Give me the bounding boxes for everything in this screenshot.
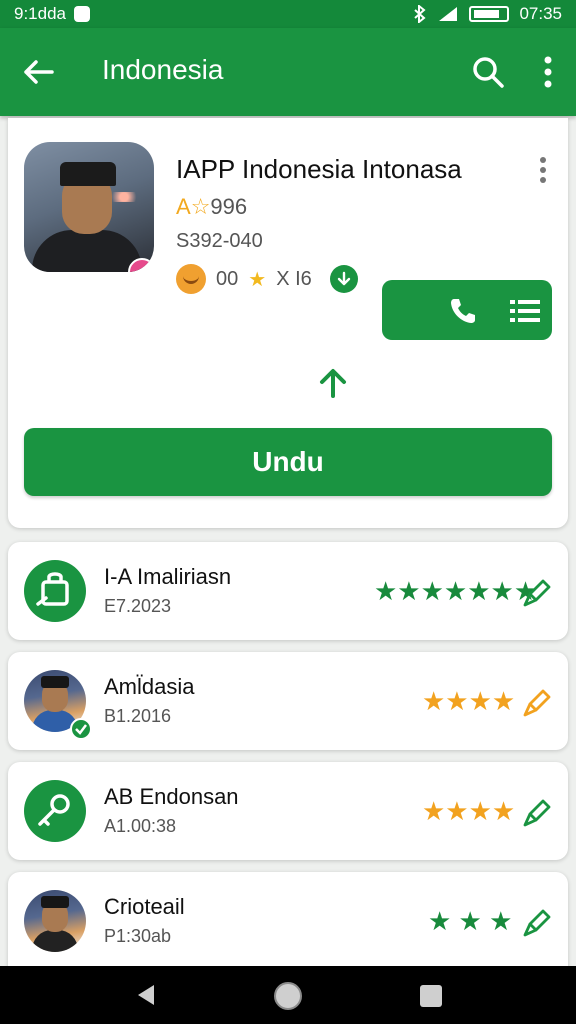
- bluetooth-icon: [414, 5, 427, 23]
- mic-icon[interactable]: [522, 908, 552, 938]
- list-item[interactable]: I-A Imaliriasn E7.2023 ★★★★★★★: [8, 542, 568, 640]
- meta-text: 00: [216, 267, 239, 290]
- nav-back-icon[interactable]: [134, 983, 158, 1007]
- list-item-name: Aml̈dasia: [104, 674, 195, 699]
- shopping-bag-icon: [24, 560, 86, 622]
- list-item[interactable]: Aml̈dasia B1.2016 ★★★★: [8, 652, 568, 750]
- search-icon[interactable]: [470, 54, 506, 90]
- list-item-sub: A1.00:38: [104, 816, 177, 836]
- rating-text: 996: [210, 194, 248, 219]
- meta-row: 00 ★ X I6: [176, 264, 358, 294]
- status-left-text: 9:1dda: [14, 4, 66, 23]
- app-bar: Indonesia: [0, 28, 576, 116]
- signal-icon: [439, 7, 458, 21]
- list-icon[interactable]: [510, 298, 540, 324]
- list-item-sub: B1.2016: [104, 706, 172, 726]
- mic-icon[interactable]: [522, 798, 552, 828]
- nav-home-icon[interactable]: [274, 982, 302, 1010]
- size-text: S392-040: [176, 230, 263, 252]
- list-item[interactable]: AB Endonsan A1.00:38 ★★★★: [8, 762, 568, 860]
- key-icon: [24, 780, 86, 842]
- contact-actions: [382, 280, 552, 340]
- rating-prefix: A: [176, 194, 191, 219]
- list-item-sub: E7.2023: [104, 596, 172, 616]
- check-icon: [70, 718, 92, 740]
- rating-stars: ★ ★ ★: [428, 906, 513, 936]
- list-item-name: AB Endonsan: [104, 784, 239, 809]
- battery-icon: [469, 6, 510, 22]
- notification-icon: [74, 6, 90, 22]
- status-bar: 9:1dda 07:35: [0, 0, 576, 28]
- mic-icon[interactable]: [522, 688, 552, 718]
- app-title: IAPP Indonesia Intonasa: [176, 154, 462, 184]
- list-item-name: Crioteail: [104, 894, 185, 919]
- rating-stars: ★★★★: [422, 796, 516, 826]
- card-more-icon[interactable]: [536, 156, 550, 184]
- page-title: Indonesia: [102, 54, 224, 85]
- phone-icon[interactable]: [448, 296, 478, 326]
- contact-avatar: [24, 890, 86, 952]
- system-nav-bar: [0, 966, 576, 1024]
- app-avatar: [24, 142, 154, 272]
- meta-suffix: X I6: [276, 267, 312, 290]
- list-item-name: I-A Imaliriasn: [104, 564, 232, 589]
- up-arrow-icon[interactable]: [316, 366, 350, 400]
- smiley-icon: [176, 264, 206, 294]
- meta-star-icon: ★: [248, 268, 267, 291]
- rating-line: A☆996: [176, 194, 247, 220]
- rating-star-icon: ☆: [190, 194, 211, 219]
- nav-recents-icon[interactable]: [420, 985, 442, 1007]
- list-item-sub: P1:30ab: [104, 926, 172, 946]
- status-time: 07:35: [519, 4, 562, 23]
- rating-stars: ★★★★: [422, 686, 516, 716]
- back-arrow-icon[interactable]: [20, 54, 56, 90]
- app-detail-card: IAPP Indonesia Intonasa A☆996 S392-040 0…: [8, 118, 568, 528]
- more-vert-icon[interactable]: [534, 54, 562, 90]
- mic-icon[interactable]: [522, 578, 552, 608]
- rating-stars: ★★★★★★★: [374, 576, 538, 606]
- download-icon[interactable]: [329, 265, 358, 293]
- install-button[interactable]: Undu: [24, 428, 552, 496]
